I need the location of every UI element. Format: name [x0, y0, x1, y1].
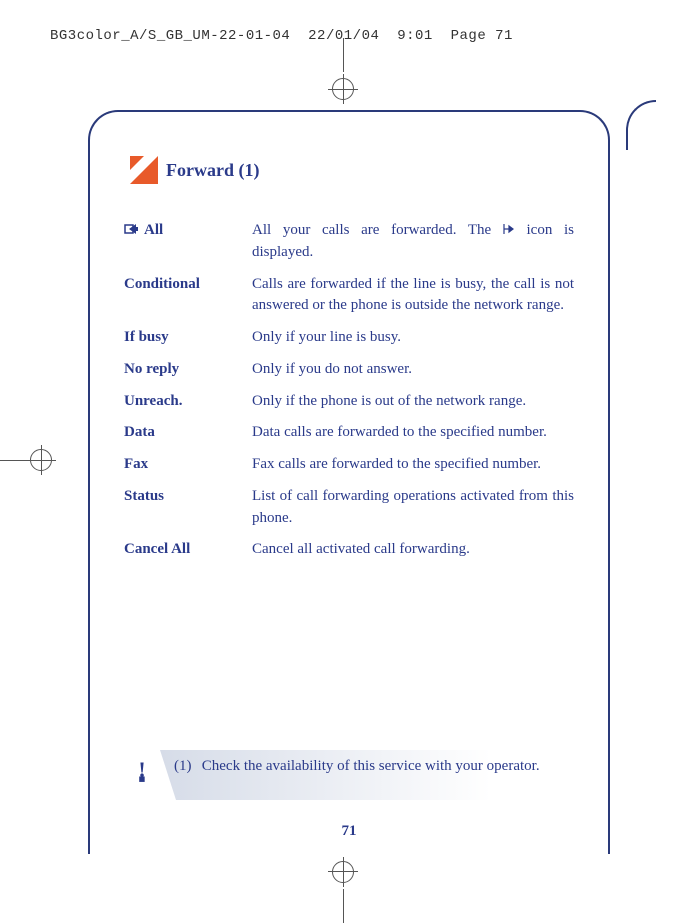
page-number: 71 — [90, 823, 608, 840]
definition-term: No reply — [124, 359, 252, 381]
forward-icon — [124, 222, 138, 236]
definition-term: If busy — [124, 327, 252, 349]
definition-desc: All your calls are forwarded. The icon i… — [252, 220, 574, 264]
definition-row: Unreach. Only if the phone is out of the… — [124, 391, 574, 413]
definition-row: Status List of call forwarding operation… — [124, 486, 574, 530]
definition-row: Conditional Calls are forwarded if the l… — [124, 274, 574, 318]
definition-list: All All your calls are forwarded. The ic… — [124, 220, 574, 561]
definition-desc: Calls are forwarded if the line is busy,… — [252, 274, 574, 318]
term-label: If busy — [124, 327, 169, 349]
header-time: 9:01 — [397, 28, 433, 44]
forward-inline-icon — [503, 222, 515, 236]
definition-term: Cancel All — [124, 539, 252, 561]
crop-mark — [0, 460, 26, 461]
print-header: BG3color_A/S_GB_UM-22-01-04 22/01/04 9:0… — [50, 28, 513, 44]
crop-mark — [343, 857, 344, 887]
definition-desc: Data calls are forwarded to the specifie… — [252, 422, 574, 444]
definition-row: If busy Only if your line is busy. — [124, 327, 574, 349]
definition-desc: Fax calls are forwarded to the specified… — [252, 454, 574, 476]
heading-title: Forward — [166, 160, 234, 180]
footnote-label: (1) — [174, 758, 198, 775]
footnote-alert-icon: !▪ — [124, 750, 160, 800]
definition-term: Fax — [124, 454, 252, 476]
footnote-body: (1) Check the availability of this servi… — [160, 750, 574, 800]
heading-text: Forward (1) — [166, 160, 259, 181]
term-label: Conditional — [124, 274, 200, 296]
definition-desc: Only if you do not answer. — [252, 359, 574, 381]
definition-row: Fax Fax calls are forwarded to the speci… — [124, 454, 574, 476]
footnote: !▪ (1) Check the availability of this se… — [124, 750, 574, 800]
term-label: Unreach. — [124, 391, 182, 413]
term-label: No reply — [124, 359, 179, 381]
definition-term: Data — [124, 422, 252, 444]
definition-row: No reply Only if you do not answer. — [124, 359, 574, 381]
term-label: Data — [124, 422, 155, 444]
definition-row: Cancel All Cancel all activated call for… — [124, 539, 574, 561]
crop-mark — [626, 100, 656, 150]
definition-row: All All your calls are forwarded. The ic… — [124, 220, 574, 264]
crop-mark — [343, 889, 344, 923]
definition-row: Data Data calls are forwarded to the spe… — [124, 422, 574, 444]
crop-mark — [343, 74, 344, 104]
definition-term: Status — [124, 486, 252, 530]
term-label: Status — [124, 486, 164, 508]
heading-triangle-icon — [130, 156, 158, 184]
term-label: Fax — [124, 454, 148, 476]
definition-desc: Only if the phone is out of the network … — [252, 391, 574, 413]
term-label: Cancel All — [124, 539, 190, 561]
page-frame: Forward (1) All All your calls are forwa… — [88, 110, 610, 854]
definition-desc: List of call forwarding operations activ… — [252, 486, 574, 530]
definition-term: Conditional — [124, 274, 252, 318]
definition-term: All — [124, 220, 252, 264]
definition-desc: Only if your line is busy. — [252, 327, 574, 349]
crop-mark — [343, 38, 344, 72]
term-label: All — [144, 220, 163, 242]
header-page: Page 71 — [451, 28, 513, 44]
heading-footref: (1) — [238, 160, 259, 180]
crop-mark — [41, 445, 42, 475]
section-heading: Forward (1) — [130, 156, 574, 184]
definition-term: Unreach. — [124, 391, 252, 413]
definition-desc: Cancel all activated call forwarding. — [252, 539, 574, 561]
footnote-text: Check the availability of this service w… — [202, 758, 540, 774]
header-file: BG3color_A/S_GB_UM-22-01-04 — [50, 28, 290, 44]
